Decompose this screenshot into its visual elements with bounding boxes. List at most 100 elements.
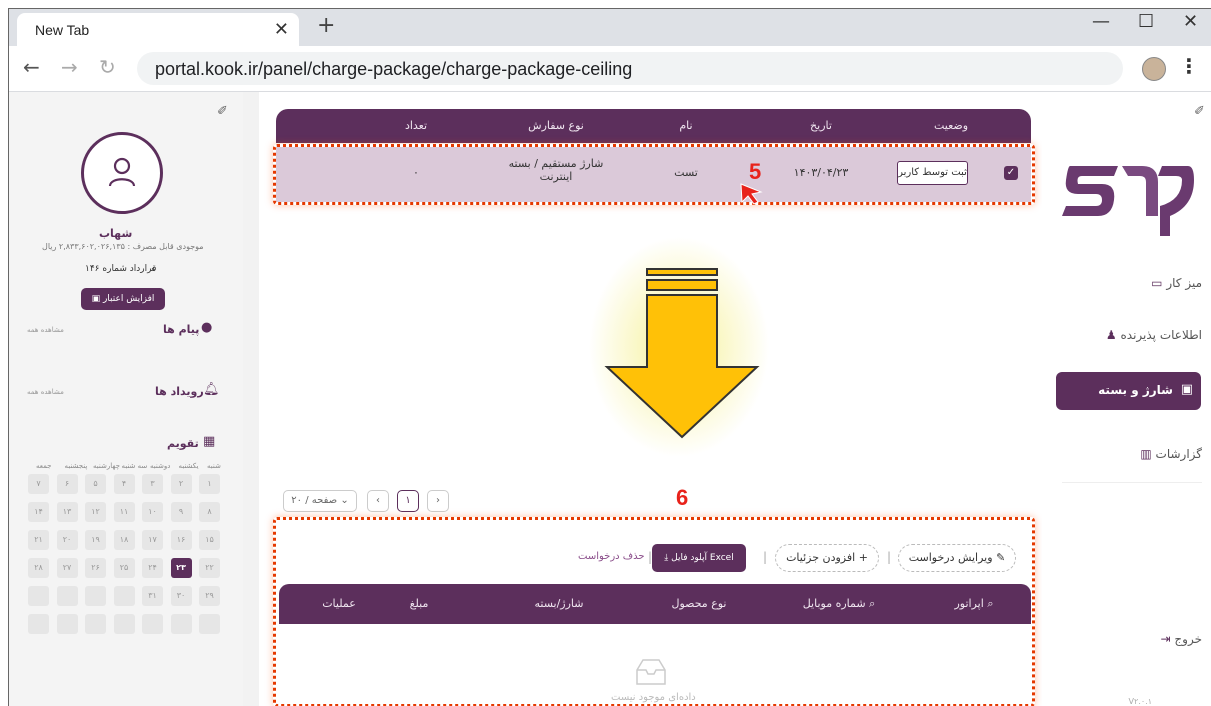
calendar-day[interactable]: ۴ xyxy=(113,474,135,494)
edit-request-button[interactable]: ✎ ویرایش درخواست xyxy=(898,544,1016,572)
weekday-label: سه شنبه xyxy=(121,462,148,470)
orders-table-header: وضعیت تاریخ نام نوع سفارش تعداد xyxy=(276,109,1031,143)
calendar-day[interactable]: ۱۰ xyxy=(142,502,163,522)
close-tab-icon[interactable]: ✕ xyxy=(274,19,289,40)
calendar-day[interactable]: ۱۲ xyxy=(85,502,106,522)
messages-see-all[interactable]: مشاهده همه xyxy=(27,326,64,334)
calendar-empty-cell xyxy=(113,586,135,606)
nav-dashboard[interactable]: میز کار ▭ xyxy=(1151,276,1202,290)
bell-icon: 🔔︎ xyxy=(203,382,220,397)
url-text[interactable]: portal.kook.ir/panel/charge-package/char… xyxy=(155,59,632,80)
calendar-day[interactable]: ۱ xyxy=(199,474,220,494)
delete-request-button[interactable]: حذف درخواست xyxy=(578,551,645,562)
calendar-day[interactable]: ۲۲ xyxy=(199,558,220,578)
nav-merchant-info[interactable]: اطلاعات پذیرنده ♟ xyxy=(1106,328,1202,342)
empty-box-icon xyxy=(636,659,666,685)
upload-excel-label: آپلود فایل Excel xyxy=(671,553,734,563)
omnibox[interactable]: portal.kook.ir/panel/charge-package/char… xyxy=(137,52,1123,85)
calendar-day[interactable]: ۶ xyxy=(56,474,78,494)
calendar-day[interactable]: ۱۷ xyxy=(142,530,163,550)
main-content: وضعیت تاریخ نام نوع سفارش تعداد ✓ ثبت تو… xyxy=(259,92,1042,706)
calendar-day[interactable]: ۸ xyxy=(199,502,220,522)
browser-tab[interactable]: New Tab ✕ xyxy=(17,13,299,46)
calendar-day[interactable]: ۱۹ xyxy=(85,530,106,550)
next-page-icon[interactable]: › xyxy=(427,490,449,512)
menu-icon[interactable]: ⋮ xyxy=(1179,54,1199,78)
events-see-all[interactable]: مشاهده همه xyxy=(27,388,64,396)
forward-icon[interactable]: → xyxy=(61,55,78,79)
calendar-day[interactable]: ۵ xyxy=(85,474,106,494)
calendar-day[interactable]: ۷ xyxy=(28,474,49,494)
header-operator-label: اپراتور xyxy=(954,597,984,610)
calendar-day[interactable]: ۲۴ xyxy=(142,558,163,578)
weekday-label: جمعه xyxy=(36,462,52,470)
nav-reports-label: گزارشات xyxy=(1155,447,1202,461)
back-icon[interactable]: ← xyxy=(23,55,40,79)
calendar-day[interactable]: ۲۸ xyxy=(28,558,49,578)
calendar-day[interactable]: ۱۵ xyxy=(199,530,220,550)
search-icon[interactable]: ⌕ xyxy=(987,597,993,610)
calendar-day[interactable]: ۲۳ xyxy=(170,558,192,578)
events-title: رویداد ها xyxy=(155,385,204,398)
calendar-day[interactable]: ۲۷ xyxy=(56,558,78,578)
pointer-arrow-icon xyxy=(740,183,763,205)
calendar-day[interactable]: ۲۶ xyxy=(85,558,106,578)
header-operations: عملیات xyxy=(322,597,356,610)
dashboard-icon: ▭ xyxy=(1151,276,1163,290)
search-icon[interactable]: ⌕ xyxy=(869,597,875,610)
nav-reports[interactable]: گزارشات ▥ xyxy=(1140,447,1202,461)
calendar-day[interactable]: ۱۸ xyxy=(113,530,135,550)
pin-icon[interactable]: ✐ xyxy=(217,104,228,119)
calendar-day[interactable]: ۳۱ xyxy=(142,586,163,606)
increase-credit-button[interactable]: افزایش اعتبار ▣ xyxy=(81,288,165,310)
edit-request-label: ویرایش درخواست xyxy=(908,551,993,564)
maximize-icon[interactable]: ☐ xyxy=(1138,11,1154,32)
increase-credit-label: افزایش اعتبار xyxy=(102,294,155,304)
header-operator[interactable]: اپراتور ⌕ xyxy=(929,597,1019,611)
calendar-day[interactable]: ۲ xyxy=(170,474,192,494)
current-page[interactable]: ۱ xyxy=(397,490,419,512)
calendar-empty-cell xyxy=(170,614,192,634)
header-charge-package: شارژ/بسته xyxy=(534,597,584,610)
reload-icon[interactable]: ↻ xyxy=(99,55,116,79)
calendar-empty-cell xyxy=(28,614,49,634)
close-window-icon[interactable]: ✕ xyxy=(1183,11,1198,32)
chart-icon: ▥ xyxy=(1140,447,1152,461)
minimize-icon[interactable]: — xyxy=(1092,11,1110,32)
user-icon xyxy=(108,157,136,187)
calendar-day[interactable]: ۳ xyxy=(142,474,163,494)
nav-merchant-info-label: اطلاعات پذیرنده xyxy=(1120,328,1203,342)
upload-excel-button[interactable]: ⤓ آپلود فایل Excel xyxy=(652,544,746,572)
calendar-day[interactable]: ۲۱ xyxy=(28,530,49,550)
calendar-day[interactable]: ۹ xyxy=(170,502,192,522)
calendar-day[interactable]: ۱۴ xyxy=(28,502,49,522)
calendar-day[interactable]: ۱۳ xyxy=(56,502,78,522)
calendar-day[interactable]: ۱۶ xyxy=(170,530,192,550)
nav-charge-package[interactable]: شارژ و بسته ▣ xyxy=(1056,372,1201,410)
right-sidebar: ✐ میز کار ▭ اطلاعات پذیرنده ♟ شارژ و بست… xyxy=(1042,92,1211,706)
logout-button[interactable]: خروج ⇥ xyxy=(1161,632,1202,646)
calendar-day[interactable]: ۲۵ xyxy=(113,558,135,578)
user-name: شهاب xyxy=(99,227,133,240)
calendar-day[interactable]: ۳۰ xyxy=(170,586,192,606)
profile-avatar[interactable] xyxy=(1142,57,1166,81)
new-tab-icon[interactable]: + xyxy=(317,13,335,38)
header-mobile[interactable]: شماره موبایل ⌕ xyxy=(779,597,899,611)
calendar-day[interactable]: ۲۰ xyxy=(56,530,78,550)
add-details-button[interactable]: + افزودن جزئیات xyxy=(775,544,879,572)
calendar-empty-cell xyxy=(85,586,106,606)
address-bar: ← → ↻ portal.kook.ir/panel/charge-packag… xyxy=(9,46,1211,92)
pin-icon[interactable]: ✐ xyxy=(1194,104,1205,119)
calendar-empty-cell xyxy=(28,586,49,606)
calendar-title: تقویم xyxy=(167,437,199,450)
page-size-select[interactable]: ۲۰ / صفحه ⌄ xyxy=(283,490,357,512)
calendar-day[interactable]: ۱۱ xyxy=(113,502,135,522)
header-mobile-label: شماره موبایل xyxy=(802,597,866,610)
logout-label: خروج xyxy=(1174,632,1202,646)
tab-title: New Tab xyxy=(35,22,90,38)
weekday-label: چهارشنبه xyxy=(93,462,120,470)
calendar-day[interactable]: ۲۹ xyxy=(199,586,220,606)
prev-page-icon[interactable]: ‹ xyxy=(367,490,389,512)
contract-link[interactable]: قرارداد شماره ۱۴۶ xyxy=(85,264,156,274)
annotation-6: 6 xyxy=(676,485,689,510)
